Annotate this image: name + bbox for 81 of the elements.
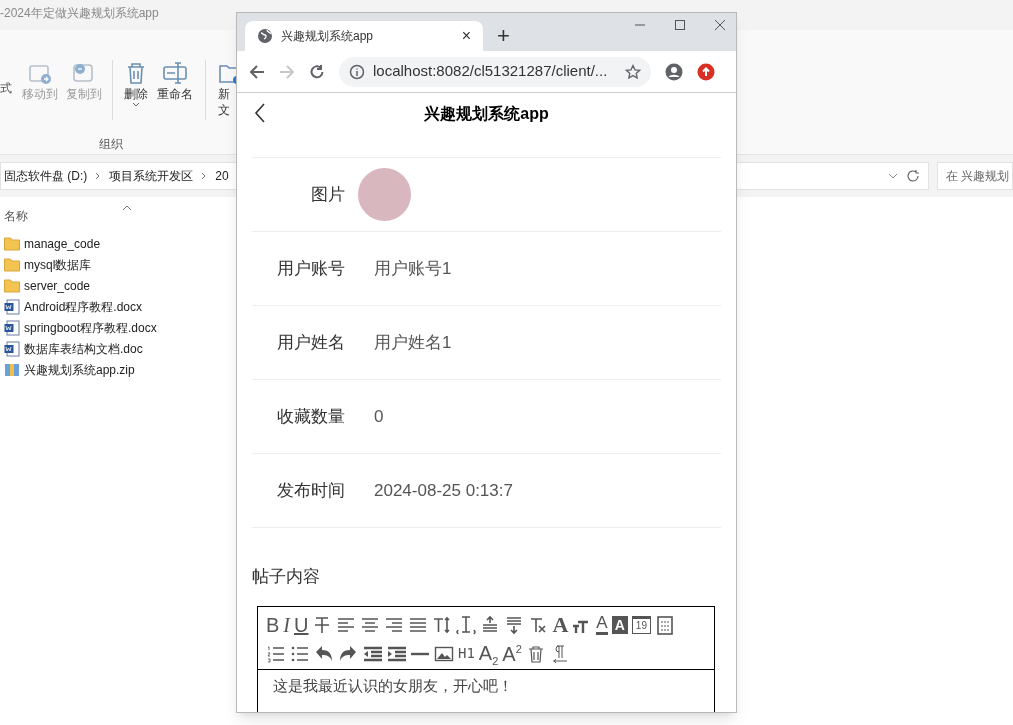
new-tab-button[interactable]: +: [497, 25, 510, 47]
rich-text-editor[interactable]: B I U A A A 19 H1 A$_{2}$ A$^{2}$ 这是我最近认识的女朋友，开心吧！: [257, 605, 715, 712]
info-icon: [349, 63, 365, 80]
toolbar-button[interactable]: A$_{2}$: [478, 637, 499, 669]
dropdown-icon[interactable]: [888, 172, 898, 180]
field-value: 2024-08-25 0:13:7: [374, 479, 513, 502]
file-row[interactable]: server_code: [0, 275, 230, 296]
ribbon-button[interactable]: 删除: [123, 60, 149, 108]
editor-content: 这是我最近认识的女朋友，开心吧！: [272, 675, 514, 696]
breadcrumb[interactable]: 项目系统开发区: [109, 167, 194, 185]
back-arrow-icon[interactable]: [249, 63, 265, 80]
rename-icon: [162, 60, 188, 86]
font-size-icon[interactable]: [432, 614, 453, 635]
toolbar-button[interactable]: B: [266, 609, 280, 640]
address-field[interactable]: localhost:8082/cl51321287/client/...: [339, 56, 651, 87]
maximize-icon[interactable]: [674, 19, 686, 31]
template-icon[interactable]: [654, 614, 675, 635]
field-label: 用户姓名: [276, 331, 345, 354]
document-icon: [4, 298, 20, 315]
field-label: 发布时间: [276, 479, 345, 502]
field-value: 用户姓名1: [374, 331, 452, 354]
reload-icon[interactable]: [309, 63, 325, 80]
document-icon: [4, 319, 20, 336]
refresh-icon[interactable]: [906, 169, 920, 183]
toolbar-button[interactable]: A: [611, 615, 628, 634]
document-icon: [4, 340, 20, 357]
file-name: server_code: [24, 277, 91, 295]
chevron-icon: [201, 172, 208, 180]
update-icon[interactable]: [697, 62, 715, 81]
folder-icon: [4, 256, 20, 273]
file-name: 数据库表结构文档.doc: [24, 340, 143, 358]
field-label: 图片: [310, 183, 345, 206]
file-name: 兴趣规划系统app.zip: [24, 361, 135, 379]
folder-icon: [4, 277, 20, 294]
file-row[interactable]: 数据库表结构文档.doc: [0, 338, 230, 359]
toolbar-button[interactable]: 19: [631, 615, 651, 634]
file-name: mysql数据库: [24, 256, 92, 274]
page-title: 兴趣规划系统app: [424, 104, 549, 124]
file-name: Android程序教程.docx: [24, 298, 143, 316]
toolbar-button[interactable]: I: [283, 609, 290, 640]
search-field[interactable]: 在 兴趣规划: [937, 162, 1013, 190]
globe-icon: [257, 28, 273, 44]
field-value: 0: [374, 405, 384, 428]
field-value: 用户账号1: [374, 257, 452, 280]
file-row[interactable]: mysql数据库: [0, 254, 230, 275]
close-icon[interactable]: [714, 19, 726, 31]
column-header[interactable]: 名称: [4, 207, 28, 225]
ribbon-button[interactable]: 重命名: [157, 60, 193, 102]
archive-icon: [4, 361, 20, 378]
file-name: manage_code: [24, 235, 101, 253]
toolbar-button[interactable]: A$^{2}$: [502, 638, 522, 669]
window-title: -2024年定做兴趣规划系统app: [0, 5, 159, 22]
file-row[interactable]: manage_code: [0, 233, 230, 254]
file-row[interactable]: 兴趣规划系统app.zip: [0, 359, 230, 380]
line-height-icon[interactable]: [456, 614, 477, 635]
tab-close-button[interactable]: ×: [461, 28, 471, 44]
folder-icon: [4, 235, 20, 252]
breadcrumb[interactable]: 固态软件盘 (D:): [4, 167, 88, 185]
star-icon[interactable]: [625, 63, 641, 80]
field-label: 用户账号: [276, 257, 345, 280]
toolbar-button[interactable]: H1: [458, 643, 475, 664]
file-row[interactable]: springboot程序教程.docx: [0, 317, 230, 338]
chevron-icon: [95, 172, 102, 180]
avatar-placeholder: [358, 168, 411, 221]
breadcrumb[interactable]: 20: [215, 167, 229, 185]
toolbar-button[interactable]: A: [552, 608, 569, 641]
browser-tab[interactable]: 兴趣规划系统app ×: [245, 21, 483, 51]
url-text: localhost:8082/cl51321287/client/...: [373, 61, 609, 82]
ribbon-label: 式: [0, 80, 12, 97]
back-chevron-icon[interactable]: [254, 103, 266, 123]
file-name: springboot程序教程.docx: [24, 319, 157, 337]
group-label: 组织: [99, 136, 123, 153]
toolbar-button[interactable]: A: [596, 614, 608, 635]
toolbar-button[interactable]: U: [294, 609, 309, 640]
field-label: 收藏数量: [276, 405, 345, 428]
sort-caret-icon: [122, 205, 132, 211]
content-label: 帖子内容: [252, 566, 321, 588]
file-row[interactable]: Android程序教程.docx: [0, 296, 230, 317]
profile-icon[interactable]: [665, 62, 683, 81]
ordered-list-icon[interactable]: [266, 643, 286, 664]
tab-title: 兴趣规划系统app: [281, 28, 375, 45]
